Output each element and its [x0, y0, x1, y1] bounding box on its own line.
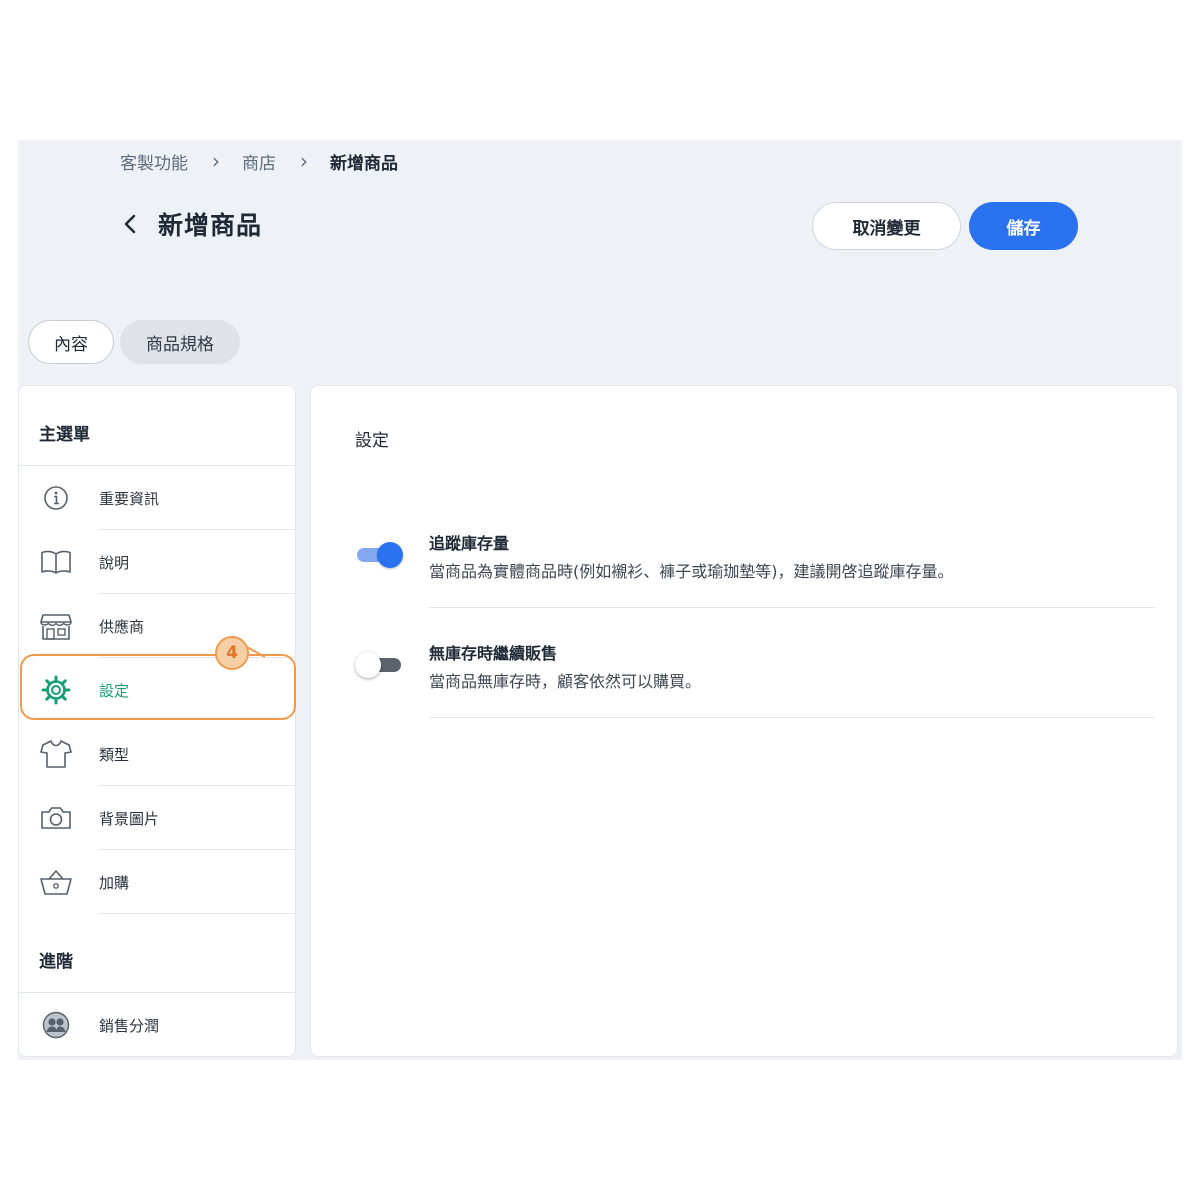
sidebar-item-label: 設定	[99, 681, 130, 700]
divider	[429, 607, 1155, 608]
save-button[interactable]: 儲存	[969, 202, 1078, 250]
setting-description: 當商品為實體商品時(例如襯衫、褲子或瑜珈墊等)，建議開啓追蹤庫存量。	[429, 562, 954, 581]
settings-panel: 設定 追蹤庫存量 當商品為實體商品時(例如襯衫、褲子或瑜珈墊等)，建議開啓追蹤庫…	[310, 385, 1178, 1057]
sidebar-item-important-info[interactable]: 重要資訊	[19, 466, 296, 530]
tab-content[interactable]: 內容	[28, 320, 114, 364]
sidebar-item-label: 重要資訊	[99, 489, 160, 508]
back-button[interactable]	[118, 209, 142, 239]
setting-track-inventory: 追蹤庫存量 當商品為實體商品時(例如襯衫、褲子或瑜珈墊等)，建議開啓追蹤庫存量。	[355, 528, 1155, 612]
sidebar-item-type[interactable]: 類型	[19, 722, 296, 786]
app-window: 客製功能 › 商店 › 新增商品 新增商品 取消變更 儲存 內容 商品規格 主選…	[18, 140, 1182, 1060]
page-title: 新增商品	[158, 211, 263, 240]
callout-tail	[247, 647, 265, 657]
divider	[99, 913, 296, 914]
sidebar-item-label: 背景圖片	[99, 809, 160, 828]
breadcrumb-item-custom-features[interactable]: 客製功能	[120, 149, 188, 174]
camera-icon	[39, 801, 73, 835]
info-icon	[39, 481, 73, 515]
sidebar-item-label: 加購	[99, 873, 130, 892]
sell-when-out-of-stock-toggle[interactable]	[355, 650, 405, 680]
divider	[429, 717, 1155, 718]
breadcrumb-item-store[interactable]: 商店	[242, 149, 276, 174]
sidebar-heading-main: 主選單	[39, 425, 90, 445]
sidebar-item-label: 類型	[99, 745, 130, 764]
chevron-right-icon: ›	[300, 149, 308, 173]
book-icon	[39, 545, 73, 579]
cancel-changes-button[interactable]: 取消變更	[812, 202, 961, 250]
toggle-knob	[355, 652, 381, 678]
sidebar-item-label: 銷售分潤	[99, 1016, 160, 1035]
sidebar-heading-advanced: 進階	[39, 952, 73, 972]
chevron-left-icon	[124, 214, 136, 234]
store-icon	[39, 609, 73, 643]
breadcrumb-current: 新增商品	[330, 153, 398, 174]
sidebar-item-settings[interactable]: 設定	[19, 658, 296, 722]
panel-title: 設定	[355, 431, 389, 451]
tab-product-spec[interactable]: 商品規格	[120, 320, 240, 364]
sidebar-item-description[interactable]: 說明	[19, 530, 296, 594]
gear-icon	[39, 673, 73, 707]
setting-title: 追蹤庫存量	[429, 534, 510, 553]
sidebar-item-label: 說明	[99, 553, 130, 572]
chevron-right-icon: ›	[212, 149, 220, 173]
people-icon	[39, 1008, 73, 1042]
track-inventory-toggle[interactable]	[355, 540, 405, 570]
setting-title: 無庫存時繼續販售	[429, 644, 558, 663]
setting-description: 當商品無庫存時，顧客依然可以購買。	[429, 672, 702, 691]
breadcrumb: 客製功能 › 商店 › 新增商品	[120, 148, 398, 174]
toggle-knob	[377, 542, 403, 568]
setting-sell-out-of-stock: 無庫存時繼續販售 當商品無庫存時，顧客依然可以購買。	[355, 638, 1155, 722]
basket-icon	[39, 865, 73, 899]
sidebar-item-add-on[interactable]: 加購	[19, 850, 296, 914]
sidebar-item-background-image[interactable]: 背景圖片	[19, 786, 296, 850]
sidebar-item-sales-commission[interactable]: 銷售分潤	[19, 993, 296, 1057]
sidebar-item-label: 供應商	[99, 617, 145, 636]
title-row: 新增商品	[118, 202, 262, 246]
sidebar: 主選單 重要資訊 說明 供應商 設定 類型 背景圖片 加購 進階 銷售分潤	[18, 385, 296, 1057]
step-number-badge: 4	[215, 636, 249, 670]
tshirt-icon	[39, 737, 73, 771]
